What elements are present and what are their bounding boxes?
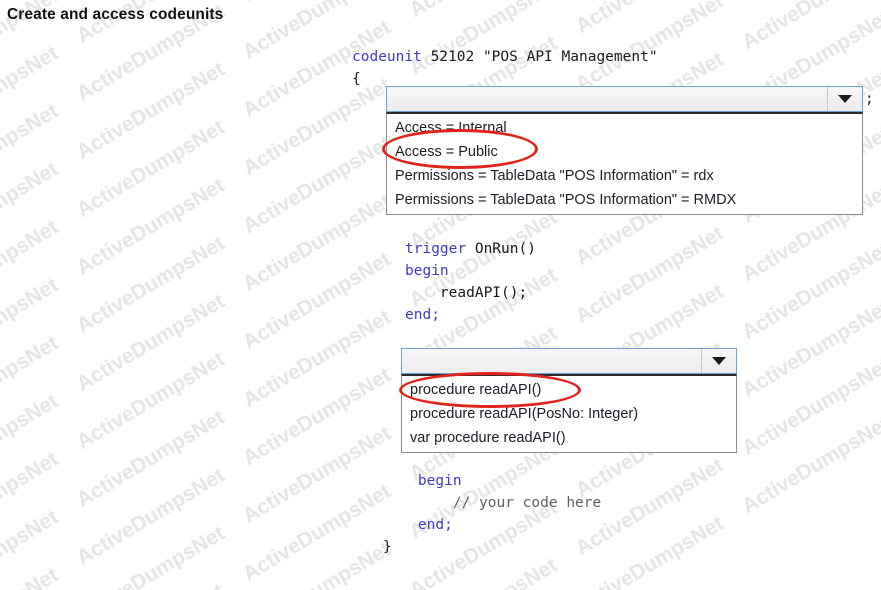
chevron-down-icon bbox=[712, 357, 726, 365]
code-codeunit-id-and-name: 52102 "POS API Management" bbox=[422, 49, 658, 65]
code-close-brace: } bbox=[383, 539, 392, 555]
code-keyword-end: end; bbox=[405, 307, 440, 323]
screenshot-root: ActiveDumpsNetActiveDumpsNetActiveDumpsN… bbox=[0, 0, 881, 590]
access-property-dropdown[interactable]: Access = Internal Access = Public Permis… bbox=[386, 86, 863, 215]
access-property-dropdown-toggle[interactable] bbox=[827, 87, 862, 111]
code-call-readapi: readAPI(); bbox=[405, 285, 527, 301]
page-title: Create and access codeunits bbox=[7, 6, 223, 24]
list-item[interactable]: Permissions = TableData "POS Information… bbox=[387, 164, 862, 188]
access-property-dropdown-list[interactable]: Access = Internal Access = Public Permis… bbox=[386, 112, 863, 215]
code-comment-placeholder: // your code here bbox=[383, 495, 601, 511]
procedure-signature-dropdown-field[interactable] bbox=[401, 348, 737, 374]
list-item[interactable]: var procedure readAPI() bbox=[402, 426, 736, 450]
code-open-brace: { bbox=[352, 68, 361, 90]
list-item[interactable]: Access = Public bbox=[387, 140, 862, 164]
code-trigger-name: OnRun() bbox=[466, 241, 536, 257]
code-keyword-end-body: end; bbox=[383, 517, 453, 533]
code-block-procedure-body: begin // your code here end; } bbox=[383, 470, 601, 558]
code-trailing-semicolon: ; bbox=[865, 88, 874, 110]
procedure-signature-dropdown-value[interactable] bbox=[402, 349, 701, 373]
code-keyword-begin: begin bbox=[405, 263, 449, 279]
list-item[interactable]: Access = Internal bbox=[387, 116, 862, 140]
procedure-signature-dropdown[interactable]: procedure readAPI() procedure readAPI(Po… bbox=[401, 348, 737, 453]
code-keyword-trigger: trigger bbox=[405, 241, 466, 257]
chevron-down-icon bbox=[838, 95, 852, 103]
procedure-signature-dropdown-toggle[interactable] bbox=[701, 349, 736, 373]
code-block-onrun-trigger: trigger OnRun() begin readAPI(); end; bbox=[405, 238, 536, 326]
access-property-dropdown-field[interactable] bbox=[386, 86, 863, 112]
list-item[interactable]: Permissions = TableData "POS Information… bbox=[387, 188, 862, 212]
list-item[interactable]: procedure readAPI(PosNo: Integer) bbox=[402, 402, 736, 426]
code-keyword-codeunit: codeunit bbox=[352, 49, 422, 65]
code-line-codeunit-declaration: codeunit 52102 "POS API Management" bbox=[352, 46, 658, 68]
procedure-signature-dropdown-list[interactable]: procedure readAPI() procedure readAPI(Po… bbox=[401, 374, 737, 453]
access-property-dropdown-value[interactable] bbox=[387, 87, 827, 111]
list-item[interactable]: procedure readAPI() bbox=[402, 378, 736, 402]
code-keyword-begin-body: begin bbox=[383, 473, 462, 489]
